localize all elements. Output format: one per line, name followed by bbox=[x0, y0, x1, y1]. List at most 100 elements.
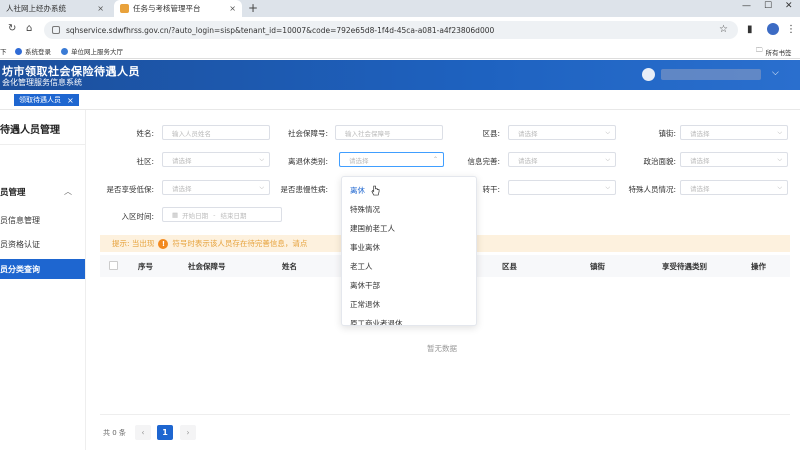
select-all-checkbox[interactable] bbox=[109, 261, 118, 270]
bookmark-icon bbox=[15, 47, 22, 55]
browser-tab[interactable]: 人社网上经办系统 × bbox=[0, 0, 110, 17]
ssn-input[interactable]: 输入社会保障号 bbox=[335, 125, 443, 140]
col-benefit-type: 享受待遇类别 bbox=[662, 262, 707, 271]
info-label: 信息完善: bbox=[467, 157, 500, 166]
dropdown-option[interactable]: 建国前老工人 bbox=[350, 223, 395, 234]
browser-tab-bar: 人社网上经办系统 × 任务与考核管理平台 × + — ☐ ✕ bbox=[0, 0, 800, 17]
reload-icon[interactable]: ↻ bbox=[8, 23, 16, 34]
hand-cursor-icon bbox=[371, 185, 380, 196]
close-tab-icon[interactable]: × bbox=[229, 4, 236, 13]
politics-select[interactable]: 请选择 ⌵ bbox=[680, 152, 788, 167]
menu-icon[interactable]: ⋮ bbox=[786, 24, 796, 35]
retire-type-select[interactable]: 请选择 ⌃ bbox=[339, 152, 444, 167]
tab-title: 人社网上经办系统 bbox=[6, 4, 66, 13]
tab-favicon-icon bbox=[120, 4, 129, 13]
home-icon[interactable]: ⌂ bbox=[26, 23, 32, 34]
chevron-down-icon: ⌵ bbox=[605, 129, 610, 136]
chevron-down-icon: ⌵ bbox=[605, 184, 610, 191]
folder-icon: 🗀 bbox=[756, 46, 763, 54]
url-input[interactable]: sqhservice.sdwfhrss.gov.cn/?auto_login=s… bbox=[44, 21, 738, 39]
warning-icon: ! bbox=[158, 238, 169, 249]
retire-type-label: 离退休类别: bbox=[287, 157, 328, 166]
community-select[interactable]: 请选择 ⌵ bbox=[162, 152, 270, 167]
street-select[interactable]: 请选择 ⌵ bbox=[680, 125, 788, 140]
col-ssn: 社会保障号 bbox=[188, 262, 226, 271]
chevron-down-icon: ⌵ bbox=[777, 184, 782, 191]
calendar-icon: ▦ bbox=[172, 210, 179, 219]
chevron-up-icon: ⌃ bbox=[432, 156, 438, 163]
browser-tab-active[interactable]: 任务与考核管理平台 × bbox=[114, 0, 242, 17]
district-select[interactable]: 请选择 ⌵ bbox=[508, 125, 616, 140]
date-range-picker[interactable]: ▦ 开始日期 - 结束日期 bbox=[162, 207, 282, 222]
maximize-icon[interactable]: ☐ bbox=[764, 1, 772, 11]
entry-time-label: 入区时间: bbox=[121, 212, 154, 221]
info-select[interactable]: 请选择 ⌵ bbox=[508, 152, 616, 167]
sidebar-title: 待遇人员管理 bbox=[0, 125, 60, 136]
total-count: 共 0 条 bbox=[103, 429, 126, 437]
street-label: 镇街: bbox=[658, 129, 676, 138]
dropdown-option[interactable]: 事业离休 bbox=[350, 242, 380, 253]
lowincome-select[interactable]: 请选择 ⌵ bbox=[162, 180, 270, 195]
page-button-current[interactable]: 1 bbox=[157, 425, 173, 440]
bookmark-item[interactable]: 下 bbox=[0, 46, 7, 56]
bookmarks-bar: 下 系统登录 单位网上服务大厅 🗀 所有书签 bbox=[0, 43, 800, 59]
dropdown-option[interactable]: 离休干部 bbox=[350, 280, 380, 291]
site-info-icon[interactable] bbox=[52, 26, 60, 34]
divider bbox=[100, 414, 790, 415]
special-select[interactable]: 请选择 ⌵ bbox=[680, 180, 788, 195]
sidebar-item-info[interactable]: 员信息管理 bbox=[0, 215, 40, 226]
sidebar-item-classification[interactable]: 员分类查询 bbox=[0, 259, 85, 279]
col-name: 姓名 bbox=[282, 262, 297, 271]
sidebar-item-certification[interactable]: 员资格认证 bbox=[0, 239, 40, 250]
sidepanel-icon[interactable]: ▮ bbox=[747, 24, 753, 35]
user-avatar-icon[interactable] bbox=[642, 68, 655, 81]
chevron-down-icon: ⌵ bbox=[777, 129, 782, 136]
profile-avatar[interactable] bbox=[767, 23, 779, 35]
bookmark-item[interactable]: 系统登录 bbox=[15, 46, 51, 56]
close-window-icon[interactable]: ✕ bbox=[785, 1, 793, 11]
active-page-tag[interactable]: 领取待遇人员 × bbox=[14, 94, 79, 106]
dropdown-option[interactable]: 离休 bbox=[350, 185, 365, 196]
col-actions: 操作 bbox=[751, 262, 766, 271]
chevron-down-icon: ⌵ bbox=[259, 156, 264, 163]
col-street: 镇街 bbox=[590, 262, 605, 271]
divider bbox=[0, 144, 86, 145]
dropdown-option[interactable]: 特殊情况 bbox=[350, 204, 380, 215]
transfer-select[interactable]: ⌵ bbox=[508, 180, 616, 195]
name-input[interactable]: 输入人员姓名 bbox=[162, 125, 270, 140]
politics-label: 政治面貌: bbox=[643, 157, 676, 166]
user-name[interactable] bbox=[661, 69, 761, 80]
retire-type-dropdown: 离休 特殊情况 建国前老工人 事业离休 老工人 离休干部 正常退休 原工商业者退… bbox=[341, 176, 477, 326]
chevron-up-icon[interactable]: ︿ bbox=[64, 186, 72, 197]
bookmark-item[interactable]: 单位网上服务大厅 bbox=[61, 46, 123, 56]
app-header: 坊市领取社会保险待遇人员 会化管理服务信息系统 ⌵ bbox=[0, 60, 800, 90]
dropdown-option[interactable]: 老工人 bbox=[350, 261, 373, 272]
chevron-down-icon: ⌵ bbox=[605, 156, 610, 163]
close-tab-icon[interactable]: × bbox=[97, 4, 104, 13]
tags-view: 领取待遇人员 × bbox=[0, 90, 800, 110]
all-bookmarks[interactable]: 🗀 所有书签 bbox=[756, 46, 792, 57]
sidebar: 待遇人员管理 员管理 ︿ 员信息管理 员资格认证 员分类查询 bbox=[0, 110, 86, 450]
chevron-down-icon: ⌵ bbox=[259, 184, 264, 191]
ssn-label: 社会保障号: bbox=[287, 129, 328, 138]
empty-text: 暂无数据 bbox=[427, 344, 457, 353]
chronic-label: 是否患慢性病: bbox=[280, 185, 328, 194]
prev-page-button[interactable]: ‹ bbox=[135, 425, 151, 440]
close-tag-icon[interactable]: × bbox=[67, 96, 74, 105]
name-label: 姓名: bbox=[136, 129, 154, 138]
minimize-icon[interactable]: — bbox=[742, 1, 751, 11]
bookmark-icon bbox=[61, 47, 68, 55]
col-index: 序号 bbox=[138, 262, 153, 271]
community-label: 社区: bbox=[136, 157, 154, 166]
tip-text: 符号时表示该人员存在待完善信息，请点 bbox=[172, 239, 308, 248]
dropdown-option[interactable]: 原工商业者退休 bbox=[350, 318, 403, 325]
chevron-down-icon: ⌵ bbox=[777, 156, 782, 163]
bookmark-star-icon[interactable]: ☆ bbox=[719, 24, 728, 35]
tab-title: 任务与考核管理平台 bbox=[133, 4, 201, 13]
dropdown-option[interactable]: 正常退休 bbox=[350, 299, 380, 310]
new-tab-icon[interactable]: + bbox=[248, 1, 258, 15]
next-page-button[interactable]: › bbox=[180, 425, 196, 440]
sidebar-group[interactable]: 员管理 bbox=[0, 186, 26, 198]
app-subtitle: 会化管理服务信息系统 bbox=[2, 78, 82, 87]
chevron-down-icon[interactable]: ⌵ bbox=[772, 68, 779, 78]
